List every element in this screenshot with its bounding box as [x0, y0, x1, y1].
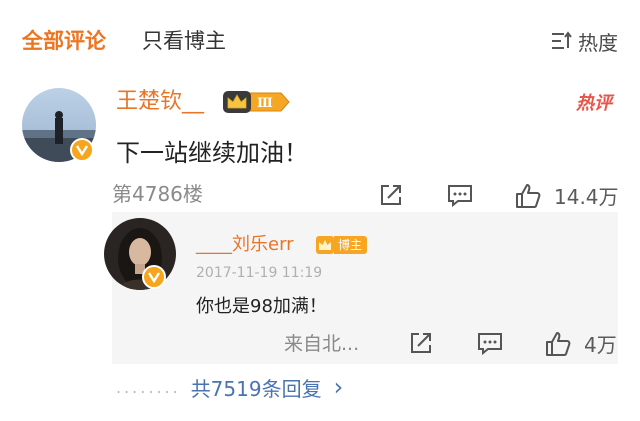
sort-label: 热度	[578, 30, 618, 55]
reply-date: 2017-11-19 11:19	[196, 265, 323, 281]
blogger-badge: 博主	[316, 236, 368, 254]
blogger-badge-label: 博主	[334, 236, 368, 254]
verified-icon	[70, 138, 94, 162]
reply-like-count: 4万	[584, 333, 617, 357]
svg-text:Ⅲ: Ⅲ	[257, 96, 273, 111]
like-button[interactable]: 14.4万	[514, 181, 619, 210]
sort-by-hot-button[interactable]: 热度	[550, 26, 618, 56]
dots-divider: ........	[116, 377, 181, 397]
reply-comment-button[interactable]	[476, 330, 504, 356]
sort-icon	[552, 31, 572, 49]
reply-verified-icon	[142, 265, 166, 289]
repost-icon	[411, 333, 431, 353]
like-count: 14.4万	[554, 185, 619, 209]
repost-button[interactable]	[378, 182, 404, 208]
reply-username[interactable]: ____刘乐err	[196, 232, 294, 258]
more-replies-link[interactable]: ........ 共7519条回复 ›	[116, 372, 343, 402]
like-icon	[546, 331, 571, 356]
tab-blogger-only[interactable]: 只看博主	[142, 26, 226, 56]
reply-repost-button[interactable]	[408, 330, 434, 356]
comment-button[interactable]	[446, 182, 474, 208]
comment-icon	[448, 185, 472, 208]
tab-all-comments[interactable]: 全部评论	[22, 26, 106, 56]
reply-source: 来自北...	[284, 333, 360, 355]
comment-text: 下一站继续加油！	[116, 139, 308, 167]
reply-card[interactable]	[112, 212, 618, 364]
hot-comment-tag: 热评	[576, 93, 612, 114]
comment-username[interactable]: 王楚钦__	[116, 86, 204, 118]
floor-number: 第4786楼	[112, 182, 203, 206]
more-replies-label: 共7519条回复	[190, 376, 322, 401]
reply-text: 你也是98加满！	[196, 296, 327, 317]
chevron-right-icon: ›	[333, 373, 344, 401]
comment-icon	[478, 333, 502, 356]
repost-icon	[381, 185, 401, 205]
like-icon	[516, 183, 541, 208]
crown-icon	[316, 236, 334, 254]
level-badge: Ⅲ	[221, 89, 291, 119]
reply-like-button[interactable]: 4万	[544, 329, 617, 358]
